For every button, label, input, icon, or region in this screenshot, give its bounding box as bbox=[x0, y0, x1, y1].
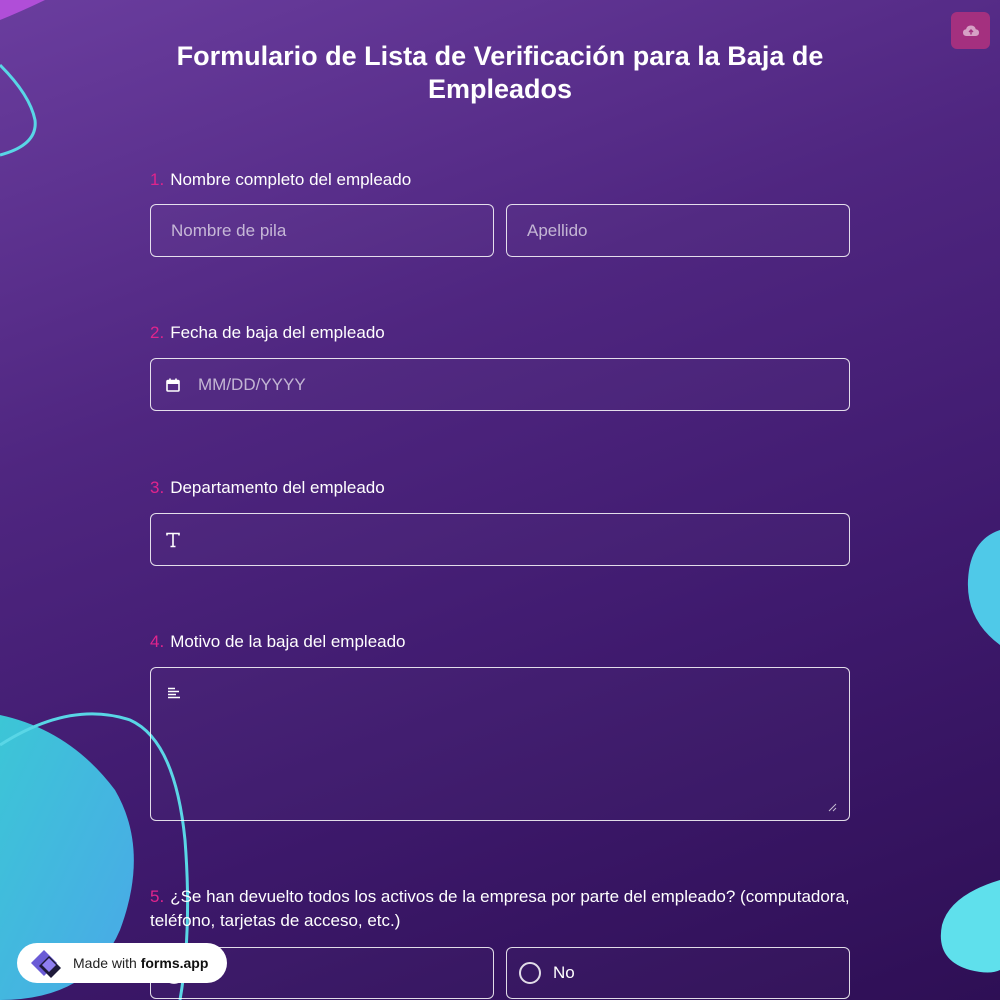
cloud-upload-icon bbox=[962, 25, 979, 36]
decor-blob-right-bottom bbox=[940, 880, 1000, 973]
first-name-input[interactable] bbox=[151, 205, 493, 256]
option-no-label: No bbox=[553, 963, 575, 982]
question-4-text: Motivo de la baja del empleado bbox=[170, 632, 406, 651]
reason-field[interactable] bbox=[150, 667, 850, 821]
badge-brand: forms.app bbox=[140, 955, 209, 971]
question-2-label: 2. Fecha de baja del empleado bbox=[150, 321, 850, 345]
form-title: Formulario de Lista de Verificación para… bbox=[176, 41, 824, 104]
badge-text: Made with forms.app bbox=[73, 955, 208, 971]
last-name-field[interactable] bbox=[506, 204, 850, 257]
question-5-text: ¿Se han devuelto todos los activos de la… bbox=[150, 887, 850, 930]
option-no[interactable]: No bbox=[506, 947, 850, 999]
question-1-text: Nombre completo del empleado bbox=[170, 170, 412, 189]
question-1-number: 1. bbox=[150, 170, 165, 189]
question-4-number: 4. bbox=[150, 632, 165, 651]
last-name-input[interactable] bbox=[507, 205, 849, 256]
first-name-field[interactable] bbox=[150, 204, 494, 257]
department-field[interactable] bbox=[150, 513, 850, 566]
badge-prefix: Made with bbox=[73, 955, 137, 971]
question-2-number: 2. bbox=[150, 323, 165, 342]
text-icon bbox=[166, 532, 180, 547]
decor-blob-right-mid bbox=[967, 530, 1000, 645]
radio-no[interactable] bbox=[519, 962, 541, 984]
question-3-number: 3. bbox=[150, 478, 165, 497]
question-3-label: 3. Departamento del empleado bbox=[150, 476, 850, 500]
question-1-label: 1. Nombre completo del empleado bbox=[150, 168, 850, 192]
calendar-icon bbox=[166, 378, 180, 392]
resize-handle-icon[interactable] bbox=[828, 803, 837, 812]
made-with-badge[interactable]: Made with forms.app bbox=[17, 943, 227, 983]
question-3-text: Departamento del empleado bbox=[170, 478, 385, 497]
department-input[interactable] bbox=[151, 514, 849, 565]
date-field[interactable] bbox=[150, 358, 850, 411]
date-input[interactable] bbox=[151, 359, 849, 410]
question-4-label: 4. Motivo de la baja del empleado bbox=[150, 630, 850, 654]
question-2-text: Fecha de baja del empleado bbox=[170, 323, 385, 342]
decor-blob-top-left bbox=[0, 0, 45, 157]
question-5-number: 5. bbox=[150, 887, 165, 906]
upload-button[interactable] bbox=[951, 12, 990, 49]
align-left-icon bbox=[168, 687, 180, 699]
question-5-label: 5. ¿Se han devuelto todos los activos de … bbox=[150, 885, 850, 933]
reason-textarea[interactable] bbox=[151, 668, 849, 820]
forms-app-logo-icon bbox=[31, 950, 61, 978]
